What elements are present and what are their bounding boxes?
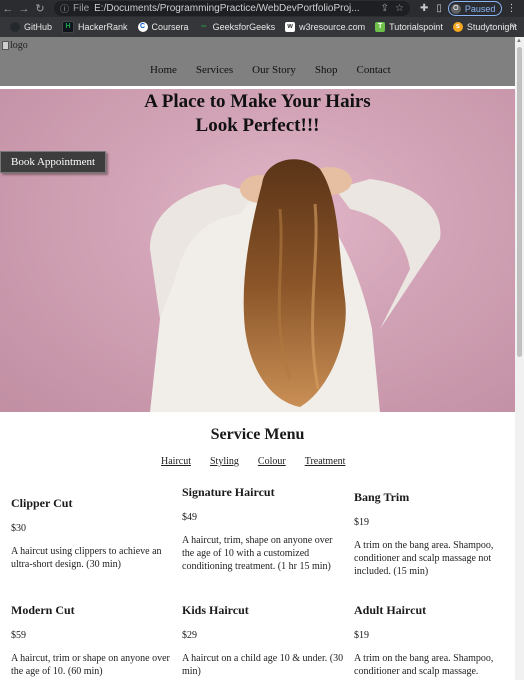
service-description: A trim on the bang area. Shampoo, condit… xyxy=(354,653,494,677)
hero-heading: A Place to Make Your Hairs Look Perfect!… xyxy=(0,90,515,138)
bookmark-tutorialspoint[interactable]: T Tutorialspoint xyxy=(375,22,443,32)
service-card-modern-cut: Modern Cut $59 A haircut, trim or shape … xyxy=(11,604,176,678)
gfg-icon: ∞ xyxy=(201,23,207,30)
service-price: $59 xyxy=(11,630,26,641)
side-panel-icon[interactable]: ▯ xyxy=(436,3,442,14)
nav-our-story[interactable]: Our Story xyxy=(252,64,296,76)
service-name: Kids Haircut xyxy=(182,603,249,617)
bookmark-hackerrank[interactable]: H HackerRank xyxy=(62,21,128,33)
tutorialspoint-icon: T xyxy=(375,22,386,32)
w3resource-icon: w xyxy=(285,22,296,32)
info-icon[interactable]: ⓘ xyxy=(60,2,69,15)
bookmark-label: Coursera xyxy=(151,22,189,32)
hackerrank-icon: H xyxy=(62,21,75,33)
service-tabs: Haircut Styling Colour Treatment xyxy=(161,456,364,467)
url-text[interactable]: E:/Documents/ProgrammingPractice/WebDevP… xyxy=(94,3,375,14)
book-appointment-button[interactable]: Book Appointment xyxy=(0,151,107,173)
nav-contact[interactable]: Contact xyxy=(356,64,390,76)
paused-label: Paused xyxy=(464,3,496,14)
web-page: logo Home Services Our Story Shop Contac… xyxy=(0,37,515,680)
service-card-kids-haircut: Kids Haircut $29 A haircut on a child ag… xyxy=(182,604,347,678)
site-logo[interactable]: logo xyxy=(2,40,28,51)
service-card-bang-trim: Bang Trim $19 A trim on the bang area. S… xyxy=(354,491,515,578)
nav-home[interactable]: Home xyxy=(150,64,177,76)
service-name: Clipper Cut xyxy=(11,496,73,510)
bookmark-label: GeeksforGeeks xyxy=(212,22,276,32)
service-name: Bang Trim xyxy=(354,490,410,504)
service-price: $49 xyxy=(182,512,197,523)
bookmark-label: GitHub xyxy=(24,22,53,32)
browser-toolbar: ← → ↻ ⓘ File E:/Documents/ProgrammingPra… xyxy=(0,0,524,17)
service-name: Adult Haircut xyxy=(354,603,427,617)
bookmark-label: HackerRank xyxy=(78,22,128,32)
logo-alt-text: logo xyxy=(10,40,28,51)
service-price: $30 xyxy=(11,523,26,534)
hero-heading-line-2: Look Perfect!!! xyxy=(195,115,320,136)
tab-colour[interactable]: Colour xyxy=(258,456,286,467)
profile-avatar: O xyxy=(450,3,461,14)
more-bookmarks-icon[interactable]: » xyxy=(510,20,516,31)
coursera-icon: C xyxy=(137,22,148,32)
bookmark-github[interactable]: GitHub xyxy=(10,22,52,32)
bookmarks-bar: GitHub H HackerRank C Coursera ∞ GeeksforGe… xyxy=(0,17,524,37)
nav-shop[interactable]: Shop xyxy=(315,64,338,76)
service-description: A haircut on a child age 10 & under. (30… xyxy=(182,653,344,677)
extensions-puzzle-icon[interactable]: ✚ xyxy=(420,3,428,14)
service-card-signature-haircut: Signature Haircut $49 A haircut, trim, s… xyxy=(182,486,347,573)
bookmark-coursera[interactable]: C Coursera xyxy=(137,22,189,32)
tab-haircut[interactable]: Haircut xyxy=(161,456,191,467)
hero-heading-line-1: A Place to Make Your Hairs xyxy=(144,91,371,112)
service-name: Signature Haircut xyxy=(182,485,275,499)
service-price: $29 xyxy=(182,630,197,641)
service-description: A haircut, trim, shape on anyone over th… xyxy=(182,535,333,572)
vertical-scrollbar[interactable]: ▲ xyxy=(515,37,524,680)
bookmark-label: w3resource.com xyxy=(299,22,366,32)
service-price: $19 xyxy=(354,517,369,528)
service-price: $19 xyxy=(354,630,369,641)
bookmark-studytonight[interactable]: s Studytonight xyxy=(452,22,517,32)
forward-arrow-icon[interactable]: → xyxy=(16,3,32,15)
site-header: logo Home Services Our Story Shop Contac… xyxy=(0,37,515,86)
back-arrow-icon[interactable]: ← xyxy=(0,3,16,15)
service-description: A haircut using clippers to achieve an u… xyxy=(11,546,162,570)
studytonight-icon: s xyxy=(452,22,463,32)
bookmark-label: Studytonight xyxy=(466,22,517,32)
bookmark-label: Tutorialspoint xyxy=(389,22,443,32)
broken-image-icon xyxy=(2,41,9,50)
service-card-clipper-cut: Clipper Cut $30 A haircut using clippers… xyxy=(11,497,176,571)
service-description: A trim on the bang area. Shampoo, condit… xyxy=(354,540,494,577)
bookmark-w3resource[interactable]: w w3resource.com xyxy=(285,22,365,32)
browser-menu-icon[interactable]: ⋮ xyxy=(506,3,516,14)
service-card-adult-haircut: Adult Haircut $19 A trim on the bang are… xyxy=(354,604,515,678)
service-description: A haircut, trim or shape on anyone over … xyxy=(11,653,170,677)
address-bar[interactable]: ⓘ File E:/Documents/ProgrammingPractice/… xyxy=(54,1,410,16)
url-scheme-label: File xyxy=(73,3,90,14)
bookmark-star-icon[interactable]: ☆ xyxy=(395,3,404,14)
main-nav: Home Services Our Story Shop Contact xyxy=(150,64,410,76)
service-name: Modern Cut xyxy=(11,603,75,617)
tab-treatment[interactable]: Treatment xyxy=(305,456,346,467)
service-menu-heading: Service Menu xyxy=(210,426,305,443)
scroll-up-arrow-icon[interactable]: ▲ xyxy=(516,38,522,44)
nav-services[interactable]: Services xyxy=(196,64,233,76)
reload-icon[interactable]: ↻ xyxy=(32,2,48,15)
bookmark-geeksforgeeks[interactable]: ∞ GeeksforGeeks xyxy=(199,22,276,32)
scrollbar-thumb[interactable] xyxy=(517,47,522,357)
profile-paused-button[interactable]: O Paused xyxy=(447,1,503,16)
share-icon[interactable]: ⇪ xyxy=(381,3,389,14)
github-icon xyxy=(10,22,20,32)
hero-section: A Place to Make Your Hairs Look Perfect!… xyxy=(0,89,515,412)
tab-styling[interactable]: Styling xyxy=(210,456,239,467)
